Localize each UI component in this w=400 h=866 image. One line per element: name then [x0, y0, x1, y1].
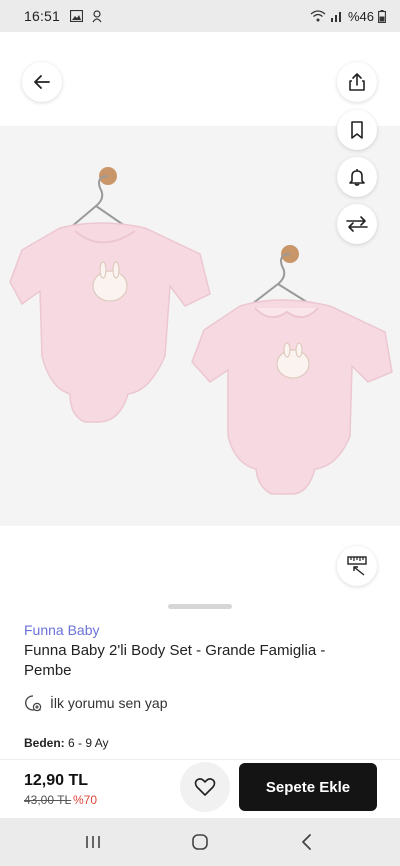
favorite-button[interactable]: [180, 762, 230, 812]
bookmark-icon: [351, 121, 363, 139]
purchase-bar: 12,90 TL 43,00 TL %70 Sepete Ekle: [0, 759, 400, 818]
bookmark-button[interactable]: [337, 110, 377, 150]
status-time: 16:51: [24, 8, 61, 24]
android-icon: [92, 9, 102, 22]
chevron-left-icon: [301, 834, 311, 850]
ruler-icon: [347, 556, 367, 576]
arrow-left-icon: [34, 75, 50, 89]
size-guide-button[interactable]: [337, 546, 377, 586]
share-icon: [349, 73, 365, 91]
battery-percent: %46: [347, 8, 374, 24]
system-back-button[interactable]: [287, 822, 327, 862]
brand-link[interactable]: Funna Baby: [24, 622, 100, 638]
home-button[interactable]: [180, 822, 220, 862]
size-info: Beden: 6 - 9 Ay: [24, 736, 109, 750]
first-review-link[interactable]: İlk yorumu sen yap: [24, 694, 168, 712]
add-to-cart-button[interactable]: Sepete Ekle: [239, 763, 377, 811]
back-button[interactable]: [22, 62, 62, 102]
status-notification-icons: [70, 9, 103, 23]
product-page: Funna Baby Funna Baby 2'li Body Set - Gr…: [0, 32, 400, 818]
status-right: %46: [310, 9, 386, 24]
bell-icon: [349, 169, 365, 186]
comment-add-icon: [25, 695, 42, 712]
share-button[interactable]: [337, 62, 377, 102]
old-price: 43,00 TL: [24, 793, 72, 807]
signal-icon: [330, 12, 341, 22]
compare-button[interactable]: [337, 204, 377, 244]
product-title: Funna Baby 2'li Body Set - Grande Famigl…: [24, 642, 326, 679]
home-icon: [192, 834, 208, 850]
gallery-icon: [70, 10, 84, 22]
recent-apps-button[interactable]: [73, 822, 113, 862]
current-price: 12,90 TL: [24, 772, 89, 789]
heart-icon: [194, 778, 216, 796]
review-prompt-text: İlk yorumu sen yap: [50, 695, 168, 711]
battery-icon: [378, 9, 386, 23]
discount-badge: %70: [73, 793, 98, 807]
image-pager-indicator: [168, 604, 232, 609]
size-value: 6 - 9 Ay: [68, 736, 109, 750]
status-bar: 16:51 %46: [0, 0, 400, 32]
size-label: Beden:: [24, 736, 65, 750]
wifi-icon: [310, 10, 326, 22]
compare-arrows-icon: [346, 216, 368, 232]
recent-apps-icon: [86, 836, 101, 848]
system-nav-bar: [0, 818, 400, 866]
price-alert-button[interactable]: [337, 157, 377, 197]
